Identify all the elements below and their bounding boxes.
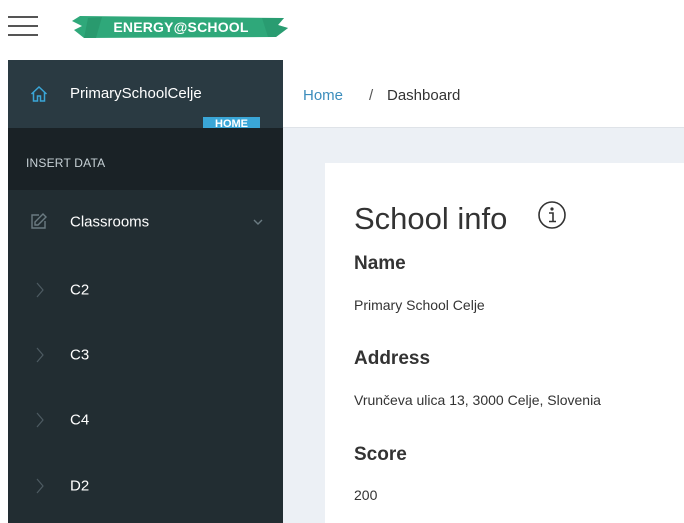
address-value: Vrunčeva ulica 13, 3000 Celje, Slovenia	[354, 392, 601, 408]
name-value: Primary School Celje	[354, 297, 485, 313]
sidebar-item-classrooms[interactable]: Classrooms	[8, 190, 283, 254]
sidebar-item-label: C2	[70, 281, 90, 299]
chevron-right-icon	[36, 282, 44, 298]
chevron-right-icon	[36, 412, 44, 428]
breadcrumb-separator: /	[369, 87, 374, 104]
name-label: Name	[354, 253, 406, 274]
address-label: Address	[354, 348, 431, 369]
sidebar-section-header: INSERT DATA	[8, 128, 283, 190]
breadcrumb-current: Dashboard	[387, 87, 461, 104]
breadcrumb: Home / Dashboard	[283, 60, 684, 128]
home-icon	[30, 85, 48, 102]
sidebar-item-school-home[interactable]: PrimarySchoolCelje HOME	[8, 60, 283, 132]
top-bar: ENERGY@SCHOOL	[0, 0, 684, 56]
page-title: School info	[354, 201, 508, 236]
hamburger-icon[interactable]	[8, 13, 38, 39]
score-label: Score	[354, 444, 407, 465]
school-info-card: School info Name Primary School Celje Ad…	[325, 163, 684, 523]
sidebar-item-label: D2	[70, 477, 90, 495]
insert-data-heading: INSERT DATA	[26, 156, 106, 170]
sidebar-item-d2[interactable]: D2	[8, 454, 283, 518]
main-content: Home / Dashboard School info Name Primar…	[283, 60, 684, 523]
sidebar: PrimarySchoolCelje HOME INSERT DATA Clas…	[8, 60, 283, 523]
sidebar-item-c3[interactable]: C3	[8, 323, 283, 387]
sidebar-item-c4[interactable]: C4	[8, 388, 283, 452]
energy-at-school-logo[interactable]: ENERGY@SCHOOL	[72, 12, 290, 42]
school-name-label: PrimarySchoolCelje	[70, 85, 202, 102]
score-value: 200	[354, 487, 378, 503]
edit-icon	[31, 213, 47, 229]
sidebar-item-c2[interactable]: C2	[8, 258, 283, 322]
logo-text: ENERGY@SCHOOL	[113, 19, 249, 35]
info-icon[interactable]	[537, 200, 567, 230]
sidebar-item-label: C4	[70, 411, 90, 429]
chevron-right-icon	[36, 347, 44, 363]
breadcrumb-home-link[interactable]: Home	[303, 87, 343, 104]
chevron-down-icon	[253, 219, 263, 225]
chevron-right-icon	[36, 478, 44, 494]
sidebar-item-label: C3	[70, 346, 90, 364]
sidebar-item-label: Classrooms	[70, 213, 150, 231]
